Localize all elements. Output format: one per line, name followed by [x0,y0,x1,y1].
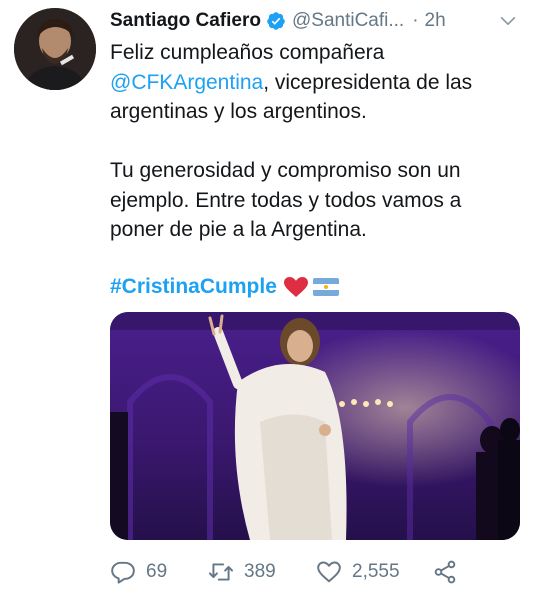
tweet-actions: 69 389 2,555 [110,556,520,588]
tweet-timestamp[interactable]: 2h [425,10,446,32]
share-button[interactable] [432,559,468,585]
retweet-icon [208,563,234,581]
hashtag-link[interactable]: #CristinaCumple [110,272,277,301]
hashtag-line: #CristinaCumple [110,272,339,301]
like-button[interactable]: 2,555 [316,559,432,585]
tweet-text: Feliz cumpleaños compañera @CFKArgentina… [110,38,520,245]
argentina-flag-emoji [312,277,339,296]
reply-button[interactable]: 69 [110,559,208,585]
like-icon [317,561,341,583]
reply-icon [111,561,135,584]
tweet-header: Santiago Cafiero @SantiCafi... · 2h [110,8,533,34]
tweet-photo[interactable] [110,312,520,540]
header-separator: · [412,10,419,31]
tweet-line: Tu generosidad y compromiso son un [110,159,461,182]
tweet-line: Feliz cumpleaños compañera [110,41,385,64]
share-icon [434,560,456,584]
tweet-line: @CFKArgentina, vicepresidenta de las [110,68,520,98]
retweet-button[interactable]: 389 [208,559,316,585]
tweet-line: argentinas y los argentinos. [110,100,367,123]
tweet-line-rest: , vicepresidenta de las [263,70,473,94]
mention-link[interactable]: @CFKArgentina [110,71,263,94]
author-handle[interactable]: @SantiCafi... [292,10,404,32]
author-name[interactable]: Santiago Cafiero [110,10,261,32]
author-avatar[interactable] [14,8,96,90]
chevron-down-icon[interactable] [497,10,519,32]
reply-count: 69 [146,561,168,582]
like-count: 2,555 [352,561,400,582]
red-heart-emoji [283,276,308,297]
tweet-line: ejemplo. Entre todas y todos vamos a [110,188,462,212]
verified-badge-icon [267,12,285,30]
tweet-line: poner de pie a la Argentina. [110,218,367,241]
retweet-count: 389 [244,561,276,582]
